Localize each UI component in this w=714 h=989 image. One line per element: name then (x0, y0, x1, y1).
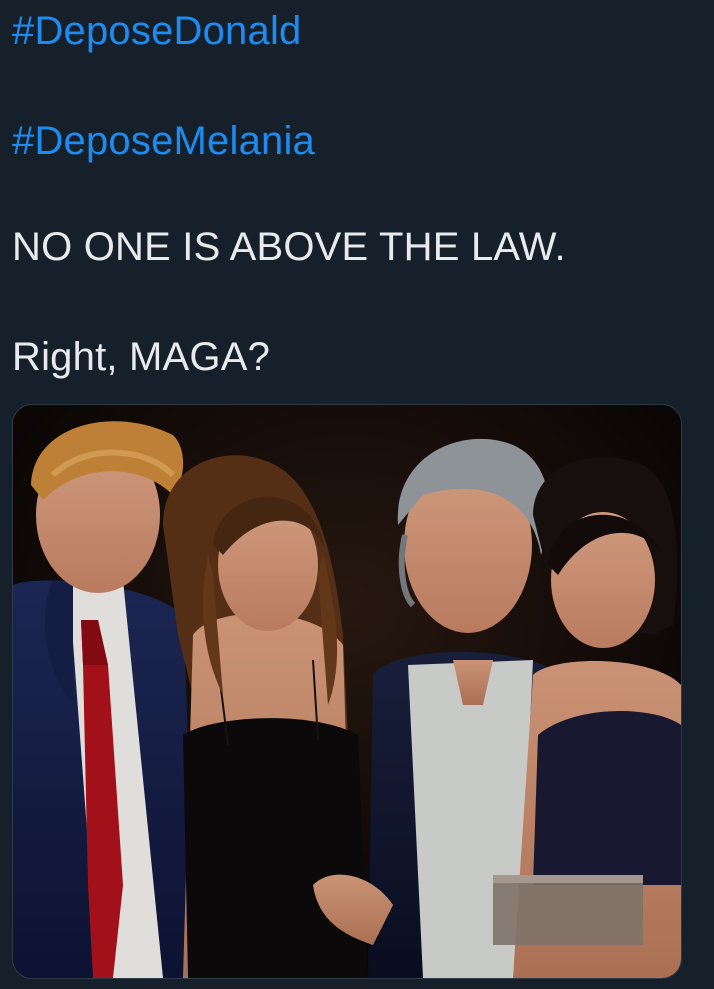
tweet-text-line: NO ONE IS ABOVE THE LAW. (12, 225, 566, 269)
tweet-text-line: Right, MAGA? (12, 335, 271, 379)
group-photo-illustration (13, 405, 681, 978)
hashtag-link-depose-melania[interactable]: #DeposeMelania (12, 121, 315, 161)
tweet-photo[interactable] (12, 404, 682, 979)
hashtag-link-depose-donald[interactable]: #DeposeDonald (12, 11, 301, 51)
